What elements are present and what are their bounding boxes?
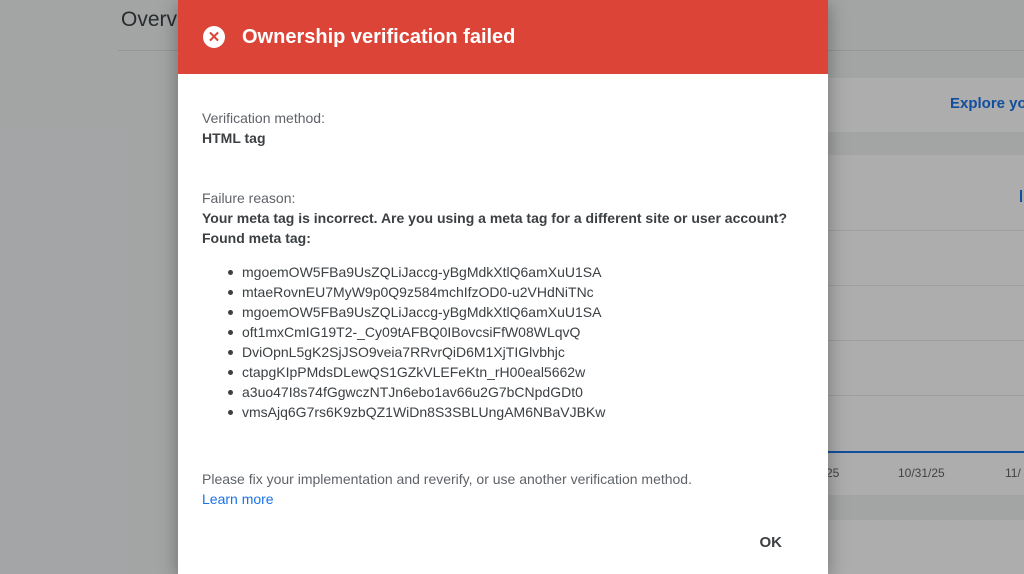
- verification-method-label: Verification method:: [202, 110, 325, 126]
- verification-method-value: HTML tag: [202, 130, 266, 146]
- error-circle-icon: ✕: [203, 26, 225, 48]
- dialog-actions: OK: [760, 532, 783, 553]
- meta-tag-item: mtaeRovnEU7MyW9p0Q9z584mchIfzOD0-u2VHdNi…: [228, 282, 804, 302]
- meta-tag-item: ctapgKIpPMdsDLewQS1GZkVLEFeKtn_rH00eal56…: [228, 362, 804, 382]
- dialog-title: Ownership verification failed: [242, 25, 516, 48]
- meta-tag-item: vmsAjq6G7rs6K9zbQZ1WiDn8S3SBLUngAM6NBaVJ…: [228, 402, 804, 422]
- failure-reason-label: Failure reason:: [202, 190, 296, 206]
- meta-tag-item: mgoemOW5FBa9UsZQLiJaccg-yBgMdkXtlQ6amXuU…: [228, 262, 804, 282]
- meta-tag-item: DviOpnL5gK2SjJSO9veia7RRvrQiD6M1XjTIGlvb…: [228, 342, 804, 362]
- failure-reason-message: Your meta tag is incorrect. Are you usin…: [202, 210, 788, 226]
- help-text: Please fix your implementation and rever…: [202, 471, 692, 487]
- meta-tag-item: oft1mxCmIG19T2-_Cy09tAFBQ0IBovcsiFfW08WL…: [228, 322, 804, 342]
- learn-more-link[interactable]: Learn more: [202, 491, 274, 507]
- ok-button[interactable]: OK: [760, 532, 783, 553]
- found-meta-tag-label: Found meta tag:: [202, 230, 311, 246]
- verification-failed-dialog: ✕ Ownership verification failed Verifica…: [178, 0, 828, 574]
- meta-tag-item: mgoemOW5FBa9UsZQLiJaccg-yBgMdkXtlQ6amXuU…: [228, 302, 804, 322]
- dialog-body: Verification method: HTML tag Failure re…: [178, 74, 828, 509]
- meta-tag-list: mgoemOW5FBa9UsZQLiJaccg-yBgMdkXtlQ6amXuU…: [202, 262, 804, 422]
- meta-tag-item: a3uo47I8s74fGgwczNTJn6ebo1av66u2G7bCNpdG…: [228, 382, 804, 402]
- dialog-header: ✕ Ownership verification failed: [178, 0, 828, 74]
